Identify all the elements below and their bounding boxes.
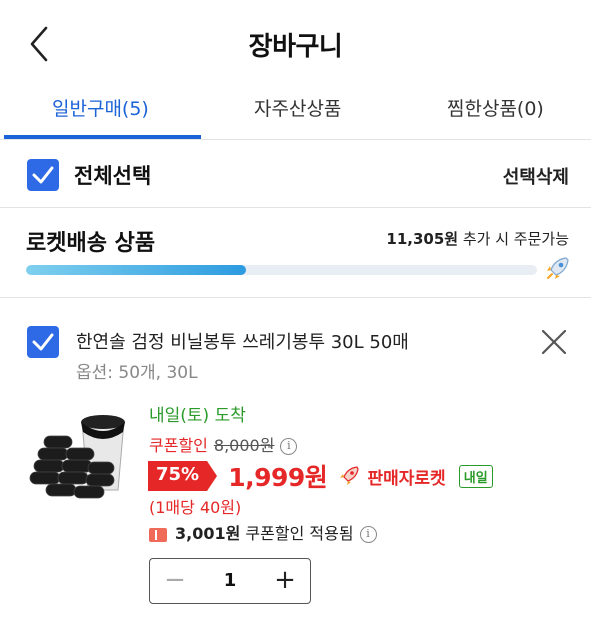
checkmark-icon xyxy=(32,333,54,351)
tomorrow-badge: 내일 xyxy=(458,464,493,488)
info-icon[interactable]: i xyxy=(280,438,298,455)
rocket-section-title: 로켓배송 상품 xyxy=(26,231,156,256)
delete-selected-button[interactable]: 선택삭제 xyxy=(503,163,569,189)
tab-wishlist[interactable]: 찜한상품(0) xyxy=(447,94,544,121)
arrival-date: 내일(토) 도착 xyxy=(149,406,246,426)
increase-quantity-button[interactable]: + xyxy=(260,559,310,603)
cart-item: 한연솔 검정 비닐봉투 쓰레기봉투 30L 50매 옵션: 50개, 30L 내… xyxy=(0,298,591,622)
sale-price: 1,999원 xyxy=(228,463,328,492)
coupon-label: 쿠폰할인 xyxy=(149,436,208,455)
info-icon[interactable]: i xyxy=(359,526,377,543)
product-option: 옵션: 50개, 30L xyxy=(76,363,198,383)
seller-rocket-label: 판매자로켓 xyxy=(367,468,446,489)
remaining-text: 추가 시 주문가능 xyxy=(458,230,569,248)
remaining-amount: 11,305원 xyxy=(386,230,459,248)
coupon-applied-text: 쿠폰할인 적용됨 xyxy=(240,524,354,543)
tab-frequent-items[interactable]: 자주산상품 xyxy=(254,94,341,121)
coupon-discount-line: 쿠폰할인 8,000원 i xyxy=(149,432,298,456)
header: 장바구니 xyxy=(0,0,591,88)
product-name[interactable]: 한연솔 검정 비닐봉투 쓰레기봉투 30L 50매 xyxy=(76,328,409,354)
decrease-quantity-button[interactable]: − xyxy=(150,559,200,603)
active-tab-indicator xyxy=(4,135,201,139)
min-order-info: 11,305원 추가 시 주문가능 xyxy=(386,228,569,249)
product-thumbnail[interactable] xyxy=(28,410,138,510)
discount-badge: 75% xyxy=(148,461,218,491)
coupon-applied-line: 3,001원 쿠폰할인 적용됨 i xyxy=(149,520,377,544)
quantity-stepper: − 1 + xyxy=(149,558,311,604)
unit-price: (1매당 40원) xyxy=(149,498,242,517)
close-icon xyxy=(541,329,567,355)
quantity-value[interactable]: 1 xyxy=(200,559,260,603)
select-all-label: 전체선택 xyxy=(74,164,152,188)
page-title: 장바구니 xyxy=(248,32,343,62)
rocket-delivery-section: 로켓배송 상품 11,305원 추가 시 주문가능 xyxy=(0,208,591,298)
coupon-applied-amount: 3,001원 xyxy=(175,524,241,543)
select-all-row: 전체선택 선택삭제 xyxy=(0,140,591,208)
rocket-icon xyxy=(340,466,359,485)
tab-bar: 일반구매(5) 자주산상품 찜한상품(0) xyxy=(0,88,591,140)
tab-general-purchase[interactable]: 일반구매(5) xyxy=(52,94,149,121)
coupon-icon xyxy=(149,527,167,542)
checkmark-icon xyxy=(32,166,54,184)
item-checkbox[interactable] xyxy=(27,326,59,358)
remove-item-button[interactable] xyxy=(540,328,568,356)
order-progress-bar xyxy=(26,265,537,275)
order-progress-fill xyxy=(26,265,246,275)
price-row: 75% 1,999원 판매자로켓 내일 xyxy=(148,458,493,492)
original-price: 8,000원 xyxy=(213,436,275,455)
rocket-icon xyxy=(547,257,569,279)
select-all-checkbox[interactable] xyxy=(27,159,59,191)
